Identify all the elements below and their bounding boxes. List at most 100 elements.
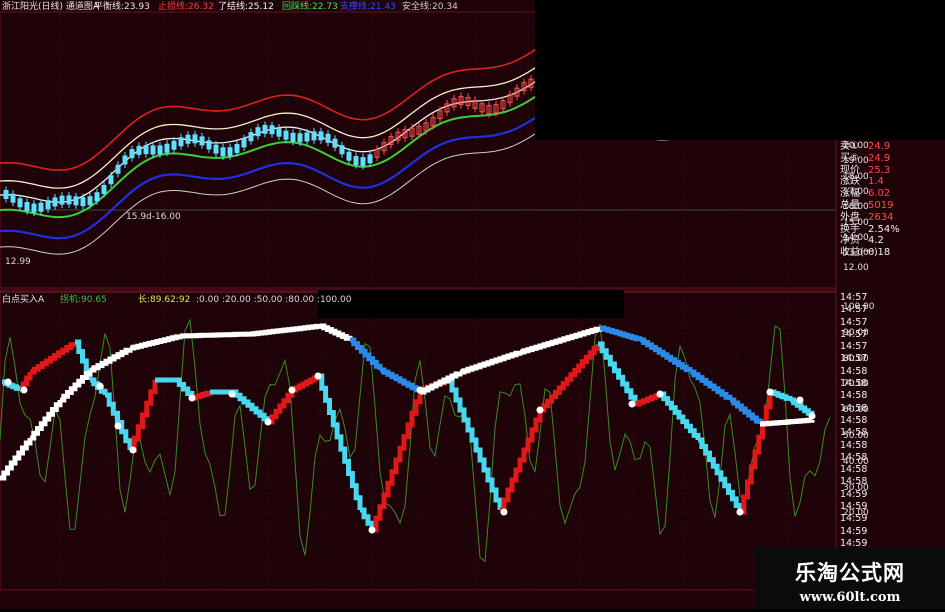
- quote-value: 24.9: [868, 141, 891, 152]
- candle-body: [346, 151, 352, 161]
- quote-value: 4.2: [868, 235, 884, 247]
- candle-body: [241, 138, 247, 148]
- trend-step-segment: [460, 350, 523, 375]
- tick-time: 14:58: [840, 427, 868, 439]
- price-axis-tick: 12.00: [843, 263, 869, 274]
- candle-body: [45, 200, 51, 210]
- buy-point-dot: [4, 378, 12, 386]
- candle-body: [318, 131, 324, 141]
- buy-point-dot: [536, 406, 544, 414]
- watermark-url: www.60lt.com: [799, 590, 901, 605]
- quote-row: 换手 2.54%: [840, 224, 945, 235]
- indicator-step-segment: [598, 341, 638, 404]
- candle-body: [297, 133, 303, 143]
- candle-body: [360, 157, 366, 167]
- trend-step-segment: [320, 323, 353, 341]
- trend-step-segment: [520, 326, 603, 355]
- chart-title: 浙江阳光(日线) 通道图A: [2, 2, 100, 12]
- quote-value: 6.02: [868, 188, 891, 200]
- indicator-step-segment: [268, 390, 295, 425]
- candle-body: [115, 164, 121, 174]
- indicator-step-segment: [175, 377, 195, 398]
- candle-body: [80, 197, 86, 207]
- trend-step-segment: [250, 323, 323, 337]
- candle-body: [206, 140, 212, 150]
- quote-value: 25.3: [868, 164, 891, 176]
- candle-body: [157, 145, 163, 155]
- tick-time: 14:59: [840, 501, 868, 513]
- candle-body: [213, 144, 219, 154]
- candle-body: [59, 195, 65, 205]
- quote-value: 24.9: [868, 152, 891, 164]
- indicator-title: 白点买入A: [2, 295, 45, 305]
- candle-body: [171, 140, 177, 150]
- candle-body: [269, 125, 275, 135]
- quote-row: 净资 4.2: [840, 235, 945, 246]
- candle-body: [143, 145, 149, 155]
- candle-body: [353, 156, 359, 166]
- mid-price-label: 15.9d-16.00: [126, 212, 181, 222]
- candle-body: [304, 132, 310, 142]
- legend-pullback-line: 回踩线:22.73: [282, 2, 338, 12]
- buy-point-dot: [228, 390, 236, 398]
- candle-body: [185, 134, 191, 144]
- candle-body: [199, 136, 205, 146]
- candle-body: [367, 154, 373, 164]
- indicator-step-segment: [448, 377, 503, 510]
- tick-time: 14:58: [840, 464, 868, 476]
- candle-body: [283, 130, 289, 140]
- buy-point-dot: [96, 382, 104, 390]
- tick-time: 14:57: [840, 328, 868, 340]
- candle-body: [248, 132, 254, 142]
- watermark-title: 乐淘公式网: [795, 561, 905, 585]
- tick-time: 14:57: [840, 304, 868, 316]
- buy-point-dot: [766, 388, 774, 396]
- candle-body: [94, 192, 100, 202]
- buy-point-dot: [500, 508, 508, 516]
- tick-time: 14:58: [840, 390, 868, 402]
- quote-label: 换手: [840, 223, 860, 235]
- tick-time: 14:57: [840, 292, 868, 303]
- candle-body: [227, 147, 233, 157]
- candle-body: [325, 133, 331, 143]
- tick-time: 14:57: [840, 353, 868, 365]
- quote-row: 买⑤ 24.9: [840, 153, 945, 164]
- quote-value: 5019: [868, 200, 894, 211]
- indicator-legend-long: 长:89.62:92: [138, 295, 191, 305]
- candle-body: [164, 143, 170, 153]
- tick-time: 14:59: [840, 488, 868, 500]
- quote-value: 0.18: [868, 247, 891, 259]
- quote-label: 外盘: [840, 211, 860, 223]
- buy-point-dot: [444, 376, 452, 384]
- indicator-step-segment: [30, 342, 78, 375]
- legend-stop-loss-line: 止损线:26.32: [158, 2, 214, 12]
- trend-step-segment: [690, 369, 733, 400]
- tick-time: 14:59: [840, 525, 868, 537]
- candle-body: [234, 143, 240, 153]
- candle-body: [129, 149, 135, 159]
- buy-point-dot: [368, 526, 376, 534]
- quote-label: 总量: [840, 200, 860, 211]
- buy-point-dot: [129, 446, 137, 454]
- buy-point-dot: [188, 394, 196, 402]
- quote-label: 买⑤: [840, 152, 859, 164]
- indicator-legend-turn: 拐机:90.65: [60, 295, 107, 305]
- trend-step-segment: [730, 397, 763, 424]
- indicator-levels: :0.00 :20.00 :50.00 :80.00 :100.00: [196, 295, 352, 305]
- candle-body: [24, 201, 30, 211]
- candle-body: [290, 132, 296, 142]
- stock-chart-window: 浙江阳光(日线) 通道图A 平衡线:23.93 止损线:26.32 了结线:25…: [0, 0, 945, 610]
- buy-point-dot: [656, 390, 664, 398]
- candle-body: [192, 134, 198, 144]
- indicator-step-segment: [660, 391, 701, 440]
- quote-label: 净资: [840, 235, 860, 247]
- candle-body: [101, 184, 107, 194]
- candle-body: [17, 198, 23, 208]
- indicator-step-segment: [105, 392, 133, 450]
- quote-row: 收益(一) 0.18: [840, 247, 945, 258]
- quote-row: 卖① 24.9: [840, 141, 945, 152]
- quote-value: 1.4: [868, 176, 884, 188]
- indicator-step-segment: [318, 373, 363, 510]
- candle-body: [220, 147, 226, 157]
- quote-label: 涨跌: [840, 176, 860, 188]
